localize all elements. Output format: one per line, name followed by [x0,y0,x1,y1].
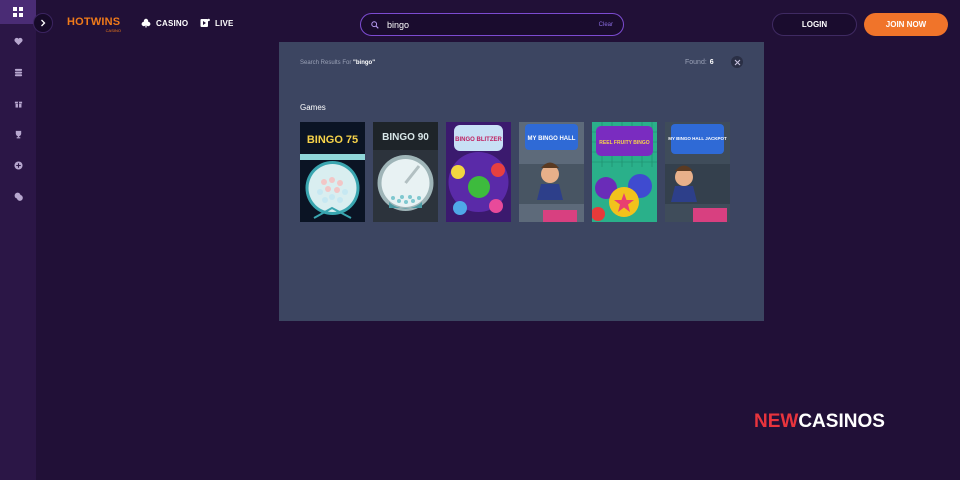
game-title-text: MY BINGO HALL [528,136,576,142]
results-query: "bingo" [353,60,376,66]
nav-live[interactable]: LIVE [200,18,234,28]
close-results-button[interactable] [731,56,743,68]
game-tile-bingo-blitzer[interactable]: BINGO BLITZER [446,122,511,222]
rail-item-tournaments[interactable] [0,119,36,150]
game-title-text: REEL FRUITY BINGO [599,140,649,146]
search-bar: Clear [360,13,624,36]
trophy-icon [15,130,21,139]
game-thumbnail-bingo-90: BINGO 90 [373,122,438,222]
join-now-button[interactable]: JOIN NOW [864,13,948,36]
nav-casino[interactable]: CASINO [141,18,188,28]
chevron-right-icon [41,19,46,27]
close-icon [734,59,740,65]
plus-icon [13,161,23,170]
sidebar-toggle-button[interactable] [33,13,53,33]
coins-icon [14,68,22,77]
game-title-text: BINGO BLITZER [455,137,502,143]
logo-subtext: CASINO [105,28,121,33]
search-icon [371,20,379,29]
rail-item-add[interactable] [0,150,36,181]
game-thumbnail-reel-fruity-bingo: REEL FRUITY BINGO [592,122,657,222]
rail-item-dashboard[interactable] [0,0,36,24]
clubs-icon [141,18,151,28]
game-thumbnail-my-bingo-hall-jackpot: MY BINGO HALL JACKPOT [665,122,730,222]
search-results-heading: Search Results For "bingo" [300,60,375,66]
game-tile-bingo-90[interactable]: BINGO 90 [373,122,438,222]
nav-casino-label: CASINO [156,18,189,28]
search-input[interactable] [387,19,599,30]
heart-icon [13,37,23,46]
rail-item-favorites[interactable] [0,26,36,57]
newcasinos-watermark: NEWCASINOS [754,411,885,433]
game-title-text: BINGO 75 [307,134,358,146]
found-count: 6 [709,59,714,66]
results-prefix: Search Results For [300,60,352,66]
hotwins-logo[interactable]: HOTWINS CASINO [67,16,123,38]
left-rail [0,0,36,480]
rail-item-chips[interactable] [0,181,36,212]
rail-item-promotions[interactable] [0,88,36,119]
nav-live-label: LIVE [215,18,234,28]
logo-text: HOTWINS [67,16,121,28]
game-tile-my-bingo-hall-jackpot[interactable]: MY BINGO HALL JACKPOT [665,122,730,222]
clear-search-button[interactable]: Clear [599,22,613,28]
game-title-text: MY BINGO HALL JACKPOT [668,136,727,141]
dashboard-icon [13,7,23,17]
game-title-text: BINGO 90 [382,132,429,143]
search-results-panel: Search Results For "bingo" Found: 6 Games… [279,42,764,321]
game-thumbnail-my-bingo-hall: MY BINGO HALL [519,122,584,222]
login-button[interactable]: LOGIN [772,13,857,36]
watermark-part-b: CASINOS [798,411,885,432]
rail-item-coins[interactable] [0,57,36,88]
games-grid: BINGO 75 BINGO 90 BINGO BLITZER MY BINGO… [300,122,730,222]
games-section-title: Games [300,103,326,112]
game-thumbnail-bingo-75: BINGO 75 [300,122,365,222]
gift-icon [14,101,22,108]
game-thumbnail-bingo-blitzer: BINGO BLITZER [446,122,511,222]
watermark-part-a: NEW [754,411,799,432]
found-label: Found: [685,59,707,66]
game-tile-bingo-75[interactable]: BINGO 75 [300,122,365,222]
game-tile-reel-fruity-bingo[interactable]: REEL FRUITY BINGO [592,122,657,222]
live-icon [200,18,210,27]
chips-icon [14,192,23,201]
results-found: Found: 6 [685,59,714,66]
game-tile-my-bingo-hall[interactable]: MY BINGO HALL [519,122,584,222]
